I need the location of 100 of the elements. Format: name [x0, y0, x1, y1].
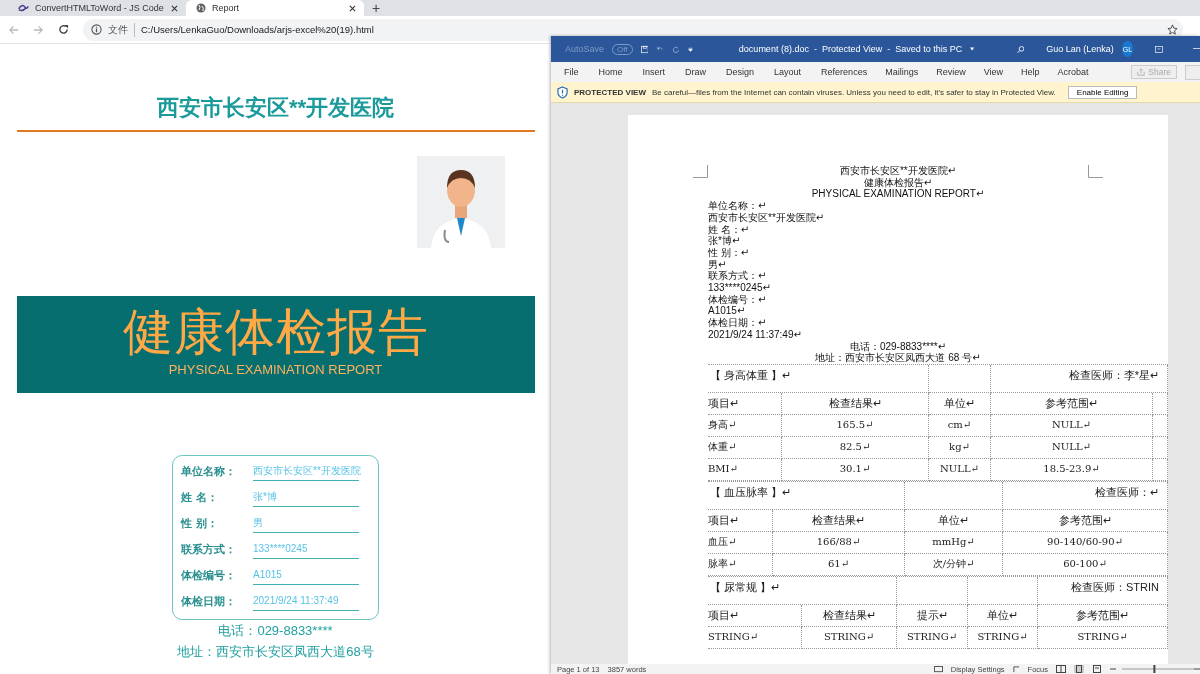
- reload-icon[interactable]: [58, 24, 69, 35]
- field-label: 姓 名：: [181, 490, 219, 506]
- zoom-slider[interactable]: [1110, 665, 1200, 673]
- zoom-slider-thumb[interactable]: [1153, 665, 1156, 673]
- document-text-line: 性 别：↵: [708, 246, 751, 259]
- table-section-title: 【 尿常规 】↵: [708, 576, 897, 605]
- read-mode-icon[interactable]: [1056, 665, 1066, 673]
- document-text-line: 133****0245↵: [708, 282, 772, 294]
- field-value: 西安市长安区**开发医院: [253, 462, 359, 481]
- document-title[interactable]: document (8).doc - Protected View - Saved to this PC: [738, 44, 963, 54]
- table-cell: cm↵: [929, 414, 991, 437]
- ribbon-tab[interactable]: Insert: [642, 67, 666, 77]
- browser-tab[interactable]: ConvertHTMLToWord - JS Code: [8, 0, 186, 16]
- document-text-line: 联系方式：↵: [708, 270, 768, 283]
- address-text: 地址：西安市长安区凤西大道68号: [177, 643, 374, 661]
- phone-text: 电话：029-8833****: [218, 622, 333, 640]
- ribbon-tab[interactable]: Design: [726, 67, 755, 77]
- column-header: 单位↵: [929, 392, 991, 415]
- table-cell: STRING↵: [1038, 626, 1168, 649]
- empty-cell: [929, 364, 991, 393]
- enable-editing-button[interactable]: Enable Editing: [1067, 85, 1138, 99]
- document-text-line: A1015↵: [708, 305, 747, 317]
- table-section-title: 【 身高体重 】↵: [708, 364, 929, 393]
- ribbon-tab[interactable]: Layout: [774, 67, 802, 77]
- column-header: 单位↵: [968, 604, 1038, 627]
- column-header: 项目↵: [708, 509, 773, 532]
- margin-corner-mark: [1088, 165, 1103, 178]
- ribbon-tab[interactable]: View: [983, 67, 1004, 77]
- table-cell: 61↵: [773, 553, 905, 576]
- banner-subtitle: PHYSICAL EXAMINATION REPORT: [168, 362, 383, 378]
- protected-view-label: PROTECTED VIEW: [574, 87, 646, 97]
- minimize-icon[interactable]: [1192, 48, 1200, 50]
- table-cell: 脉率↵: [708, 553, 773, 576]
- document-text-line: 张*博↵: [708, 235, 742, 247]
- table-cell: mmHg↵: [905, 531, 1003, 554]
- banner-title: 健康体检报告: [122, 303, 429, 362]
- url-text: C:/Users/LenkaGuo/Downloads/arjs-excel%20(19).html: [141, 24, 374, 35]
- user-name[interactable]: Guo Lan (Lenka): [1046, 44, 1114, 54]
- ribbon-tab[interactable]: References: [821, 67, 868, 77]
- ribbon-tab[interactable]: Acrobat: [1057, 67, 1089, 77]
- swirl-logo-icon: [18, 4, 29, 12]
- protected-view-message: Be careful—files from the Internet can contain viruses. Unless you need to edit, it's safer to stay in Protected View.: [652, 87, 1056, 97]
- table-cell: 次/分钟↵: [905, 553, 1003, 576]
- document-text-line: 2021/9/24 11:37:49↵: [708, 328, 803, 341]
- table-cell: 30.1↵: [782, 458, 929, 481]
- column-header: 参考范围↵: [991, 392, 1153, 415]
- caret-icon[interactable]: [970, 47, 975, 51]
- browser-tab[interactable]: Report: [186, 0, 364, 16]
- shield-icon: [557, 85, 568, 99]
- document-contact-line: 电话：029-8833****↵: [848, 340, 948, 352]
- ribbon-tab[interactable]: Review: [936, 67, 966, 77]
- table-cell: STRING↵: [968, 626, 1038, 649]
- field-label: 联系方式：: [181, 542, 237, 558]
- table-cell: 166/88↵: [773, 531, 905, 554]
- display-settings-icon[interactable]: [933, 665, 943, 673]
- save-icon[interactable]: [640, 43, 649, 55]
- examining-doctor: 检查医师：STRIN: [1038, 576, 1168, 605]
- ribbon-tab[interactable]: Home: [598, 67, 623, 77]
- focus-icon[interactable]: [1012, 665, 1020, 673]
- search-icon[interactable]: [1016, 43, 1025, 55]
- ribbon-display-icon[interactable]: [1155, 44, 1163, 54]
- table-cell: 身高↵: [708, 414, 782, 437]
- column-header: 提示↵: [897, 604, 968, 627]
- field-value: 张*博: [253, 488, 359, 507]
- document-text-line: 体检日期：↵: [708, 317, 768, 329]
- document-heading: 西安市长安区**开发医院↵: [838, 165, 958, 177]
- web-layout-icon[interactable]: [1092, 665, 1102, 673]
- document-heading: 健康体检报告↵: [862, 176, 934, 189]
- table-cell: NULL↵: [991, 436, 1153, 459]
- field-label: 单位名称：: [181, 464, 237, 480]
- new-tab-button[interactable]: +: [364, 0, 389, 16]
- column-header: 参考范围↵: [1003, 509, 1168, 532]
- column-header: 检查结果↵: [773, 509, 905, 532]
- info-icon: [91, 24, 102, 35]
- margin-corner-mark: [693, 165, 708, 178]
- column-header: 检查结果↵: [802, 604, 897, 627]
- document-text-line: 体检编号：↵: [708, 293, 768, 306]
- ribbon-tab[interactable]: Help: [1021, 67, 1040, 77]
- document-text-line: 男↵: [708, 258, 727, 271]
- table-cell: STRING↵: [802, 626, 897, 649]
- ribbon-tab[interactable]: Draw: [685, 67, 707, 77]
- globe-icon: [196, 3, 206, 13]
- document-text-line: 姓 名：↵: [708, 223, 751, 236]
- close-icon[interactable]: [171, 4, 178, 12]
- field-value: 2021/9/24 11:37:49: [253, 592, 359, 611]
- ribbon-tab[interactable]: Mailings: [885, 67, 919, 77]
- table-section-title: 【 血压脉率 】↵: [708, 481, 905, 510]
- star-icon[interactable]: [1167, 24, 1178, 35]
- customize-icon[interactable]: [687, 45, 693, 53]
- ribbon-tab[interactable]: File: [564, 67, 579, 77]
- table-cell: 体重↵: [708, 436, 782, 459]
- examining-doctor: 检查医师：李*星↵: [991, 364, 1168, 393]
- document-contact-line: 地址：西安市长安区凤西大道 68 号↵: [814, 352, 982, 364]
- field-value: 男: [253, 514, 359, 533]
- document-heading: PHYSICAL EXAMINATION REPORT↵: [810, 188, 986, 201]
- field-value: A1015: [253, 566, 359, 585]
- print-layout-icon[interactable]: [1074, 665, 1084, 673]
- table-cell: 90-140/60-90↵: [1003, 531, 1168, 554]
- table-cell: STRING↵: [897, 626, 968, 649]
- close-icon[interactable]: [349, 4, 356, 12]
